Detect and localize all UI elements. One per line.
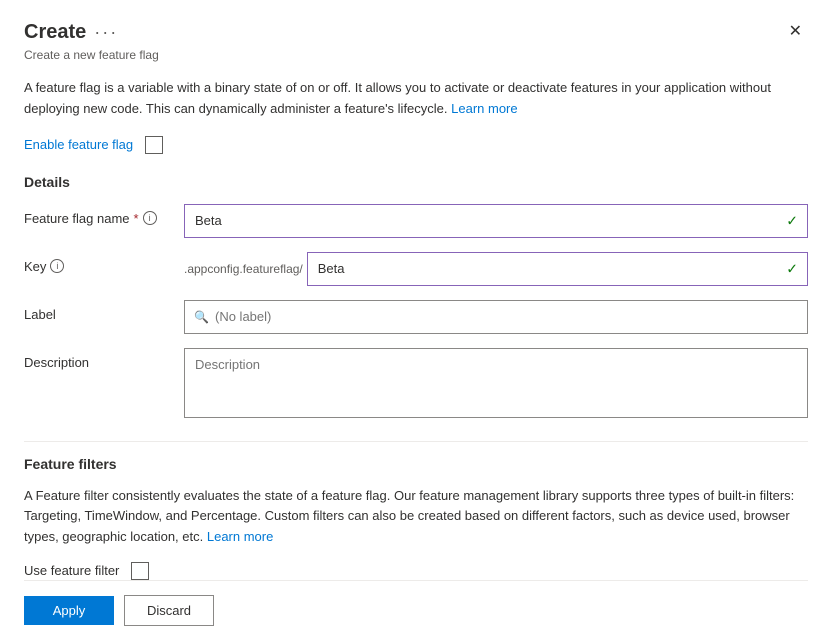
panel-title: Create	[24, 21, 86, 44]
enable-feature-flag-checkbox[interactable]	[145, 136, 163, 154]
feature-flag-description: A feature flag is a variable with a bina…	[24, 78, 808, 120]
key-label: Key i	[24, 252, 184, 274]
details-section-title: Details	[24, 174, 808, 190]
feature-flag-name-input-wrap: ✓	[184, 204, 808, 238]
key-checkmark: ✓	[786, 260, 798, 277]
description-learn-more-link[interactable]: Learn more	[451, 101, 517, 116]
discard-button[interactable]: Discard	[124, 595, 214, 626]
label-label: Label	[24, 300, 184, 322]
label-input-area: 🔍	[184, 300, 808, 334]
description-row: Description	[24, 348, 808, 421]
description-text-part1: A feature flag is a variable with a bina…	[24, 80, 771, 116]
key-input-row: .appconfig.featureflag/ ✓	[184, 252, 808, 286]
key-row: Key i .appconfig.featureflag/ ✓	[24, 252, 808, 286]
apply-button[interactable]: Apply	[24, 596, 114, 625]
use-feature-filter-label: Use feature filter	[24, 563, 119, 578]
key-input-area: .appconfig.featureflag/ ✓	[184, 252, 808, 286]
required-indicator: *	[134, 211, 139, 226]
label-row: Label 🔍	[24, 300, 808, 334]
more-icon[interactable]: ···	[94, 22, 118, 43]
close-button[interactable]: ✕	[783, 20, 808, 44]
description-label: Description	[24, 348, 184, 370]
feature-filters-text: A Feature filter consistently evaluates …	[24, 488, 794, 545]
feature-filters-learn-more-link[interactable]: Learn more	[207, 529, 273, 544]
panel-subtitle: Create a new feature flag	[24, 48, 808, 62]
label-input[interactable]	[184, 300, 808, 334]
description-textarea[interactable]	[184, 348, 808, 418]
feature-flag-name-label: Feature flag name * i	[24, 204, 184, 226]
key-info-icon[interactable]: i	[50, 259, 64, 273]
panel-footer: Apply Discard	[24, 580, 808, 642]
feature-flag-name-row: Feature flag name * i ✓	[24, 204, 808, 238]
panel-header: Create ··· ✕	[24, 20, 808, 44]
enable-feature-flag-label: Enable feature flag	[24, 137, 133, 152]
feature-flag-name-checkmark: ✓	[786, 212, 798, 229]
create-panel: Create ··· ✕ Create a new feature flag A…	[0, 0, 832, 642]
label-input-wrap: 🔍	[184, 300, 808, 334]
use-feature-filter-checkbox[interactable]	[131, 562, 149, 580]
description-input-area	[184, 348, 808, 421]
title-row: Create ···	[24, 21, 118, 44]
use-feature-filter-row: Use feature filter	[24, 562, 808, 580]
feature-flag-name-input-area: ✓	[184, 204, 808, 238]
feature-flag-name-input[interactable]	[184, 204, 808, 238]
key-input[interactable]	[307, 252, 808, 286]
key-prefix: .appconfig.featureflag/	[184, 262, 307, 276]
feature-filters-description: A Feature filter consistently evaluates …	[24, 486, 808, 548]
feature-flag-name-info-icon[interactable]: i	[143, 211, 157, 225]
feature-filters-title: Feature filters	[24, 456, 808, 472]
section-divider	[24, 441, 808, 442]
enable-feature-flag-row: Enable feature flag	[24, 136, 808, 154]
key-input-wrap: ✓	[307, 252, 808, 286]
